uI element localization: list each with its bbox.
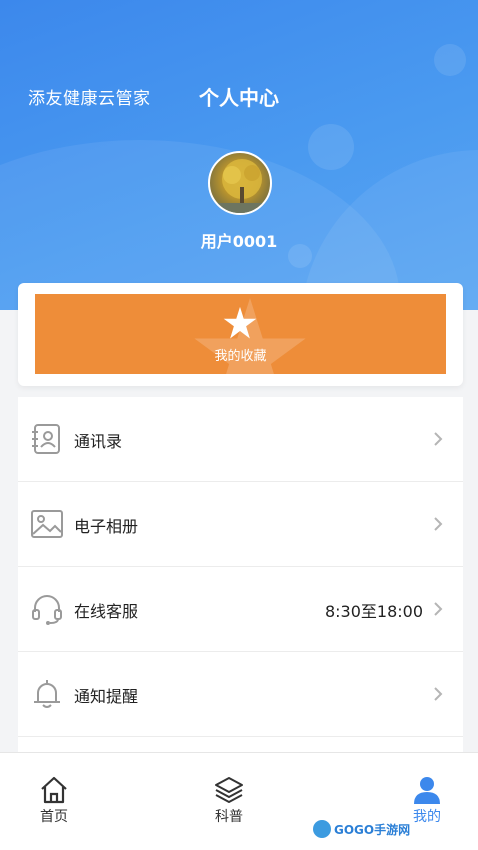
- tab-science[interactable]: 科普: [189, 753, 269, 850]
- headset-icon: [32, 595, 62, 625]
- watermark-text: GOGO手游网: [334, 822, 411, 837]
- contacts-icon: [32, 424, 60, 454]
- user-icon: [414, 777, 440, 804]
- layers-icon: [215, 777, 243, 803]
- site-watermark: GOGO手游网: [313, 818, 410, 840]
- menu-item-label: 通知提醒: [74, 687, 139, 706]
- bell-icon: [34, 680, 60, 708]
- tab-home[interactable]: 首页: [14, 753, 94, 850]
- menu-item-photo-album[interactable]: 电子相册: [18, 482, 463, 567]
- home-icon: [41, 776, 67, 804]
- menu-item-customer-service[interactable]: 在线客服 8:30至18:00: [18, 567, 463, 652]
- favorites-label: 我的收藏: [214, 349, 267, 364]
- header-bubble: [434, 44, 466, 76]
- star-icon: [223, 306, 257, 339]
- profile-header: 添友健康云管家 个人中心 用户0001: [0, 0, 478, 310]
- menu-item-label: 通讯录: [74, 432, 123, 451]
- menu-list: 通讯录 电子相册 在线客服 8:30至18:00 通知提醒: [18, 397, 463, 753]
- page-title: 个人中心: [199, 86, 279, 110]
- header-bubble: [308, 124, 354, 170]
- username: 用户0001: [200, 232, 278, 251]
- tab-label: 科普: [215, 809, 243, 825]
- service-hours: 8:30至18:00: [324, 602, 423, 621]
- menu-item-contacts[interactable]: 通讯录: [18, 397, 463, 482]
- favorites-card: 我的收藏: [18, 283, 463, 386]
- favorites-button[interactable]: 我的收藏: [35, 294, 446, 374]
- menu-item-notifications[interactable]: 通知提醒: [18, 652, 463, 737]
- tab-label: 首页: [40, 809, 68, 825]
- watermark-logo-icon: [313, 820, 331, 838]
- chevron-right-icon: [434, 432, 443, 446]
- avatar[interactable]: [208, 151, 272, 215]
- menu-item-label: 电子相册: [74, 517, 139, 536]
- menu-item-label: 在线客服: [74, 602, 139, 621]
- photo-album-icon: [31, 510, 63, 538]
- chevron-right-icon: [434, 687, 443, 701]
- chevron-right-icon: [434, 517, 443, 531]
- app-name: 添友健康云管家: [28, 89, 151, 109]
- chevron-right-icon: [434, 602, 443, 616]
